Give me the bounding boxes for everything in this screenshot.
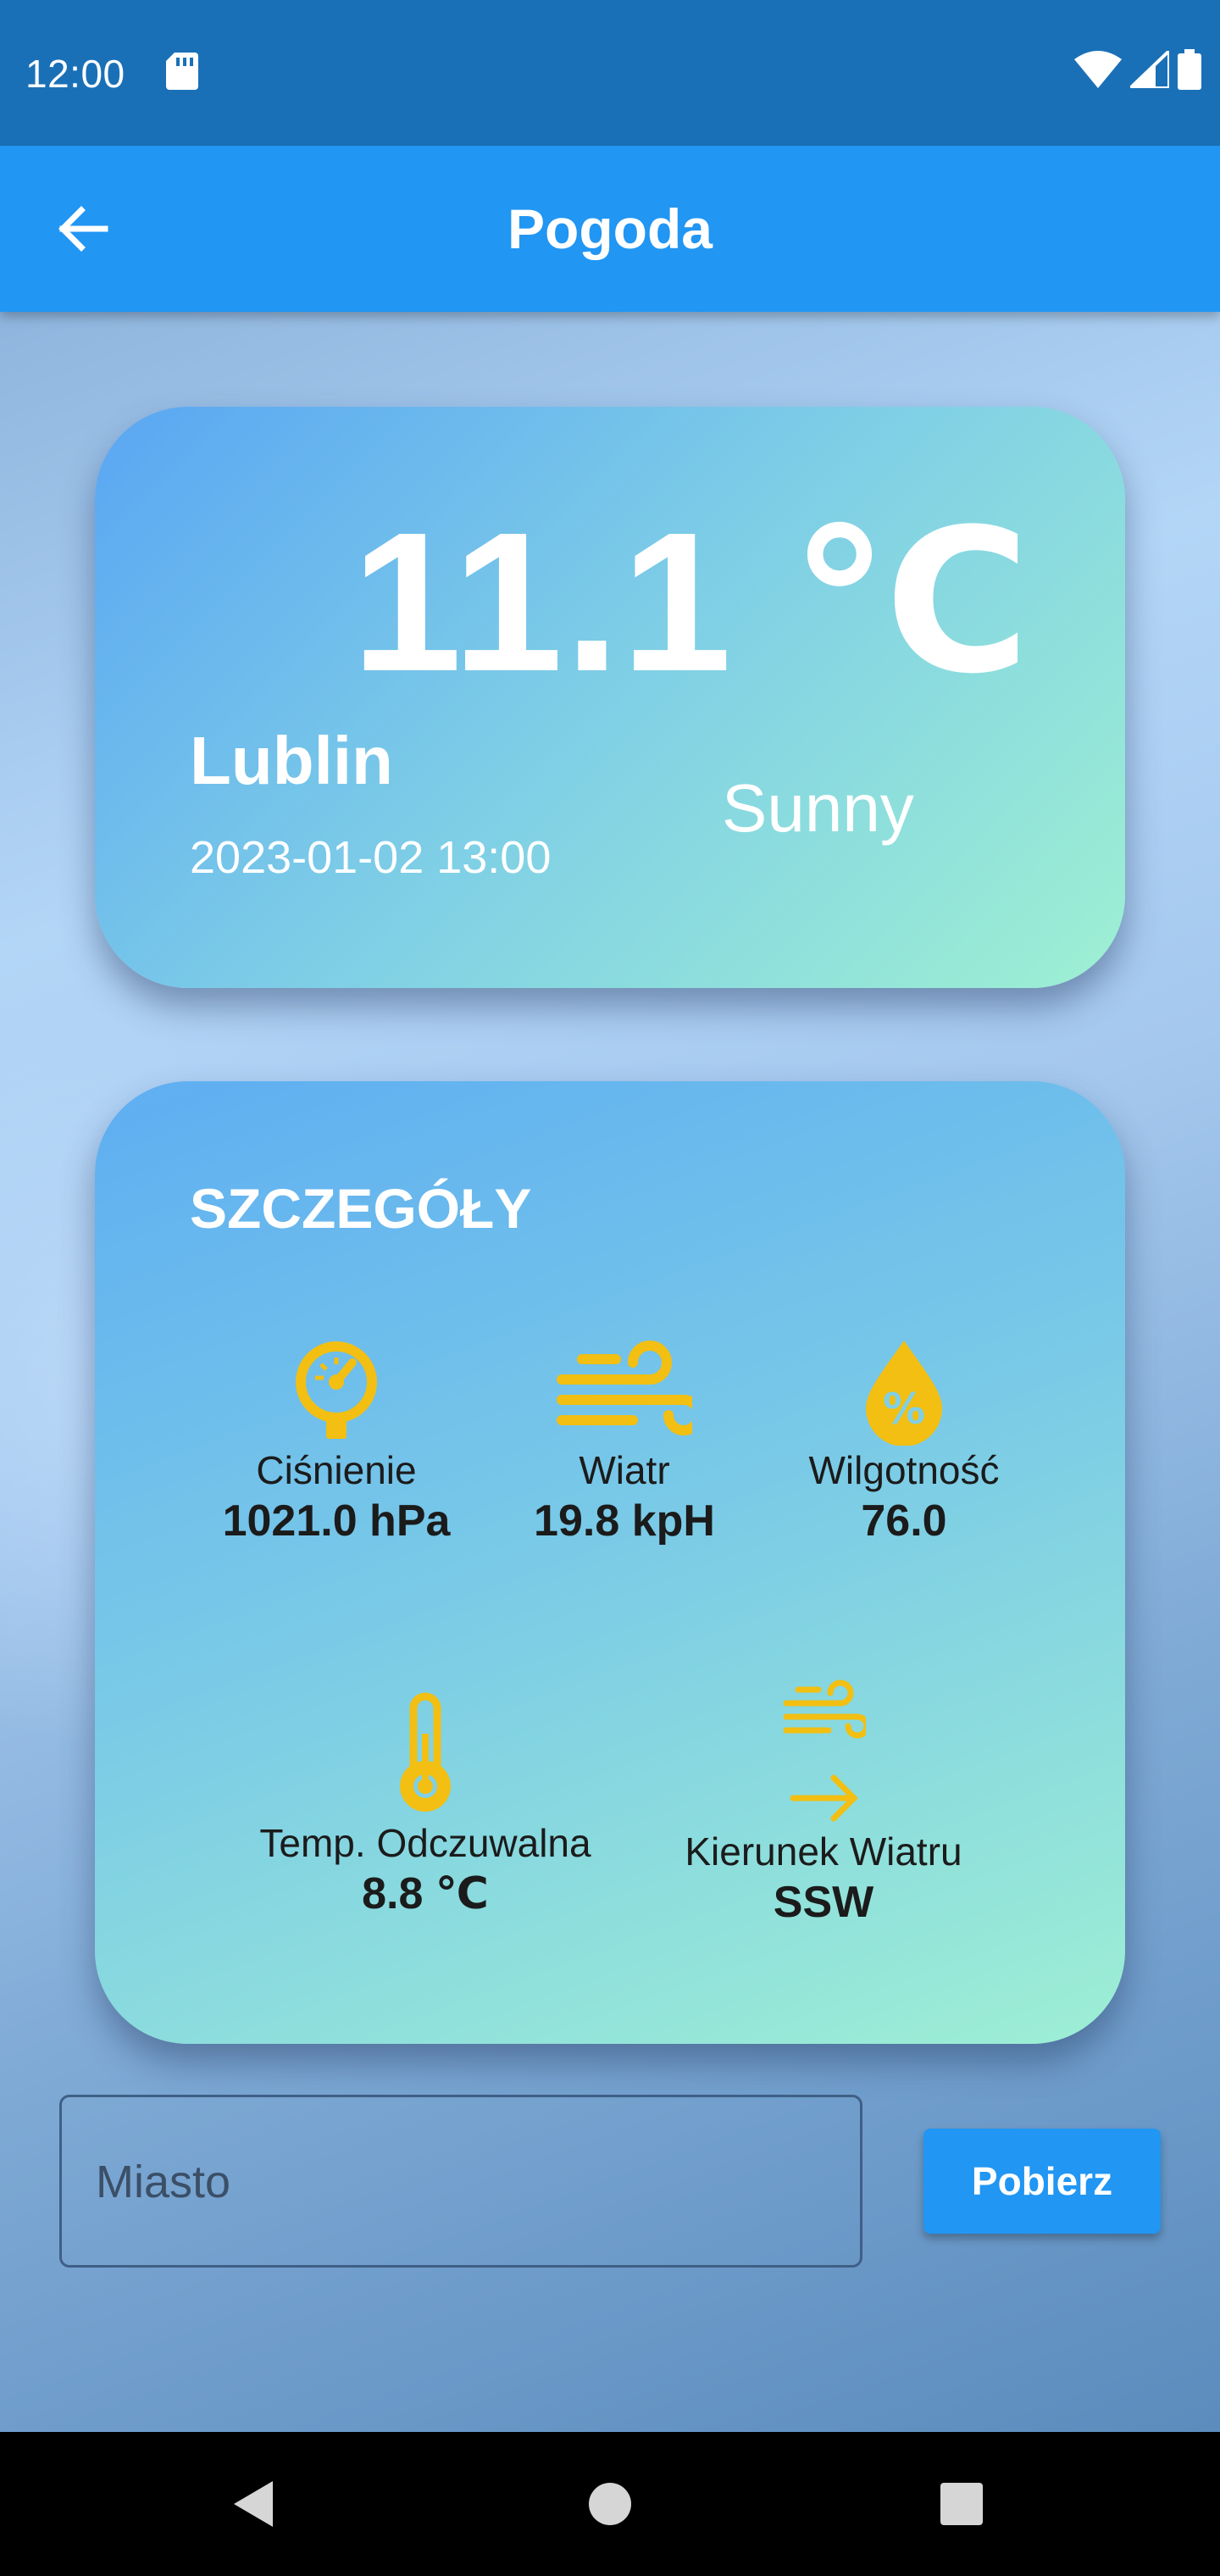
feels-like-metric: Temp. Odczuwalna 8.8 ℃	[239, 1691, 612, 1920]
nav-recents-icon[interactable]	[923, 2466, 1000, 2542]
thermometer-icon	[239, 1691, 612, 1818]
feels-like-value: 8.8 ℃	[362, 1869, 489, 1918]
status-time: 12:00	[25, 52, 125, 96]
pressure-metric: Ciśnienie 1021.0 hPa	[197, 1335, 476, 1547]
content-area: 11.1 ℃ Lublin 2023-01-02 13:00 Sunny SZC…	[0, 312, 1220, 2432]
pressure-label: Ciśnienie	[256, 1448, 417, 1492]
humidity-metric: % Wilgotność 76.0	[764, 1335, 1044, 1547]
wind-value: 19.8 kpH	[534, 1496, 715, 1546]
wind-direction-metric: Kierunek Wiatru SSW	[654, 1674, 993, 1929]
humidity-label: Wilgotność	[808, 1448, 1000, 1492]
system-nav-bar	[0, 2432, 1220, 2576]
current-weather-card: 11.1 ℃ Lublin 2023-01-02 13:00 Sunny	[95, 407, 1125, 988]
app-bar: Pogoda	[0, 146, 1220, 312]
battery-icon	[1178, 49, 1201, 94]
gauge-icon	[197, 1335, 476, 1446]
page-title: Pogoda	[507, 197, 713, 260]
signal-icon	[1126, 47, 1171, 92]
wind-direction-label: Kierunek Wiatru	[685, 1829, 962, 1874]
wifi-icon	[1074, 51, 1122, 92]
wind-direction-icon	[654, 1674, 993, 1827]
status-icons	[1074, 47, 1201, 94]
svg-text:%: %	[883, 1385, 925, 1434]
wind-icon	[485, 1335, 764, 1446]
city-input[interactable]: Miasto	[59, 2095, 862, 2268]
nav-home-icon[interactable]	[572, 2466, 648, 2542]
feels-like-label: Temp. Odczuwalna	[259, 1821, 591, 1865]
fetch-button[interactable]: Pobierz	[923, 2129, 1161, 2234]
pressure-value: 1021.0 hPa	[222, 1496, 451, 1546]
sd-card-icon	[166, 53, 198, 94]
details-card: SZCZEGÓŁY Ciśnienie 1021.0 hPa Wiatr 19.…	[95, 1081, 1125, 2044]
humidity-value: 76.0	[861, 1496, 947, 1546]
nav-back-icon[interactable]	[217, 2466, 293, 2542]
wind-label: Wiatr	[579, 1448, 670, 1492]
status-bar: 12:00	[0, 0, 1220, 146]
details-title: SZCZEGÓŁY	[190, 1177, 532, 1240]
wind-metric: Wiatr 19.8 kpH	[485, 1335, 764, 1547]
weather-condition: Sunny	[722, 770, 914, 846]
temperature: 11.1 ℃	[352, 491, 1032, 713]
city-name: Lublin	[190, 723, 393, 798]
wind-direction-value: SSW	[773, 1878, 874, 1927]
city-input-placeholder: Miasto	[96, 2157, 231, 2207]
humidity-drop-icon: %	[764, 1335, 1044, 1446]
observation-datetime: 2023-01-02 13:00	[190, 832, 552, 883]
